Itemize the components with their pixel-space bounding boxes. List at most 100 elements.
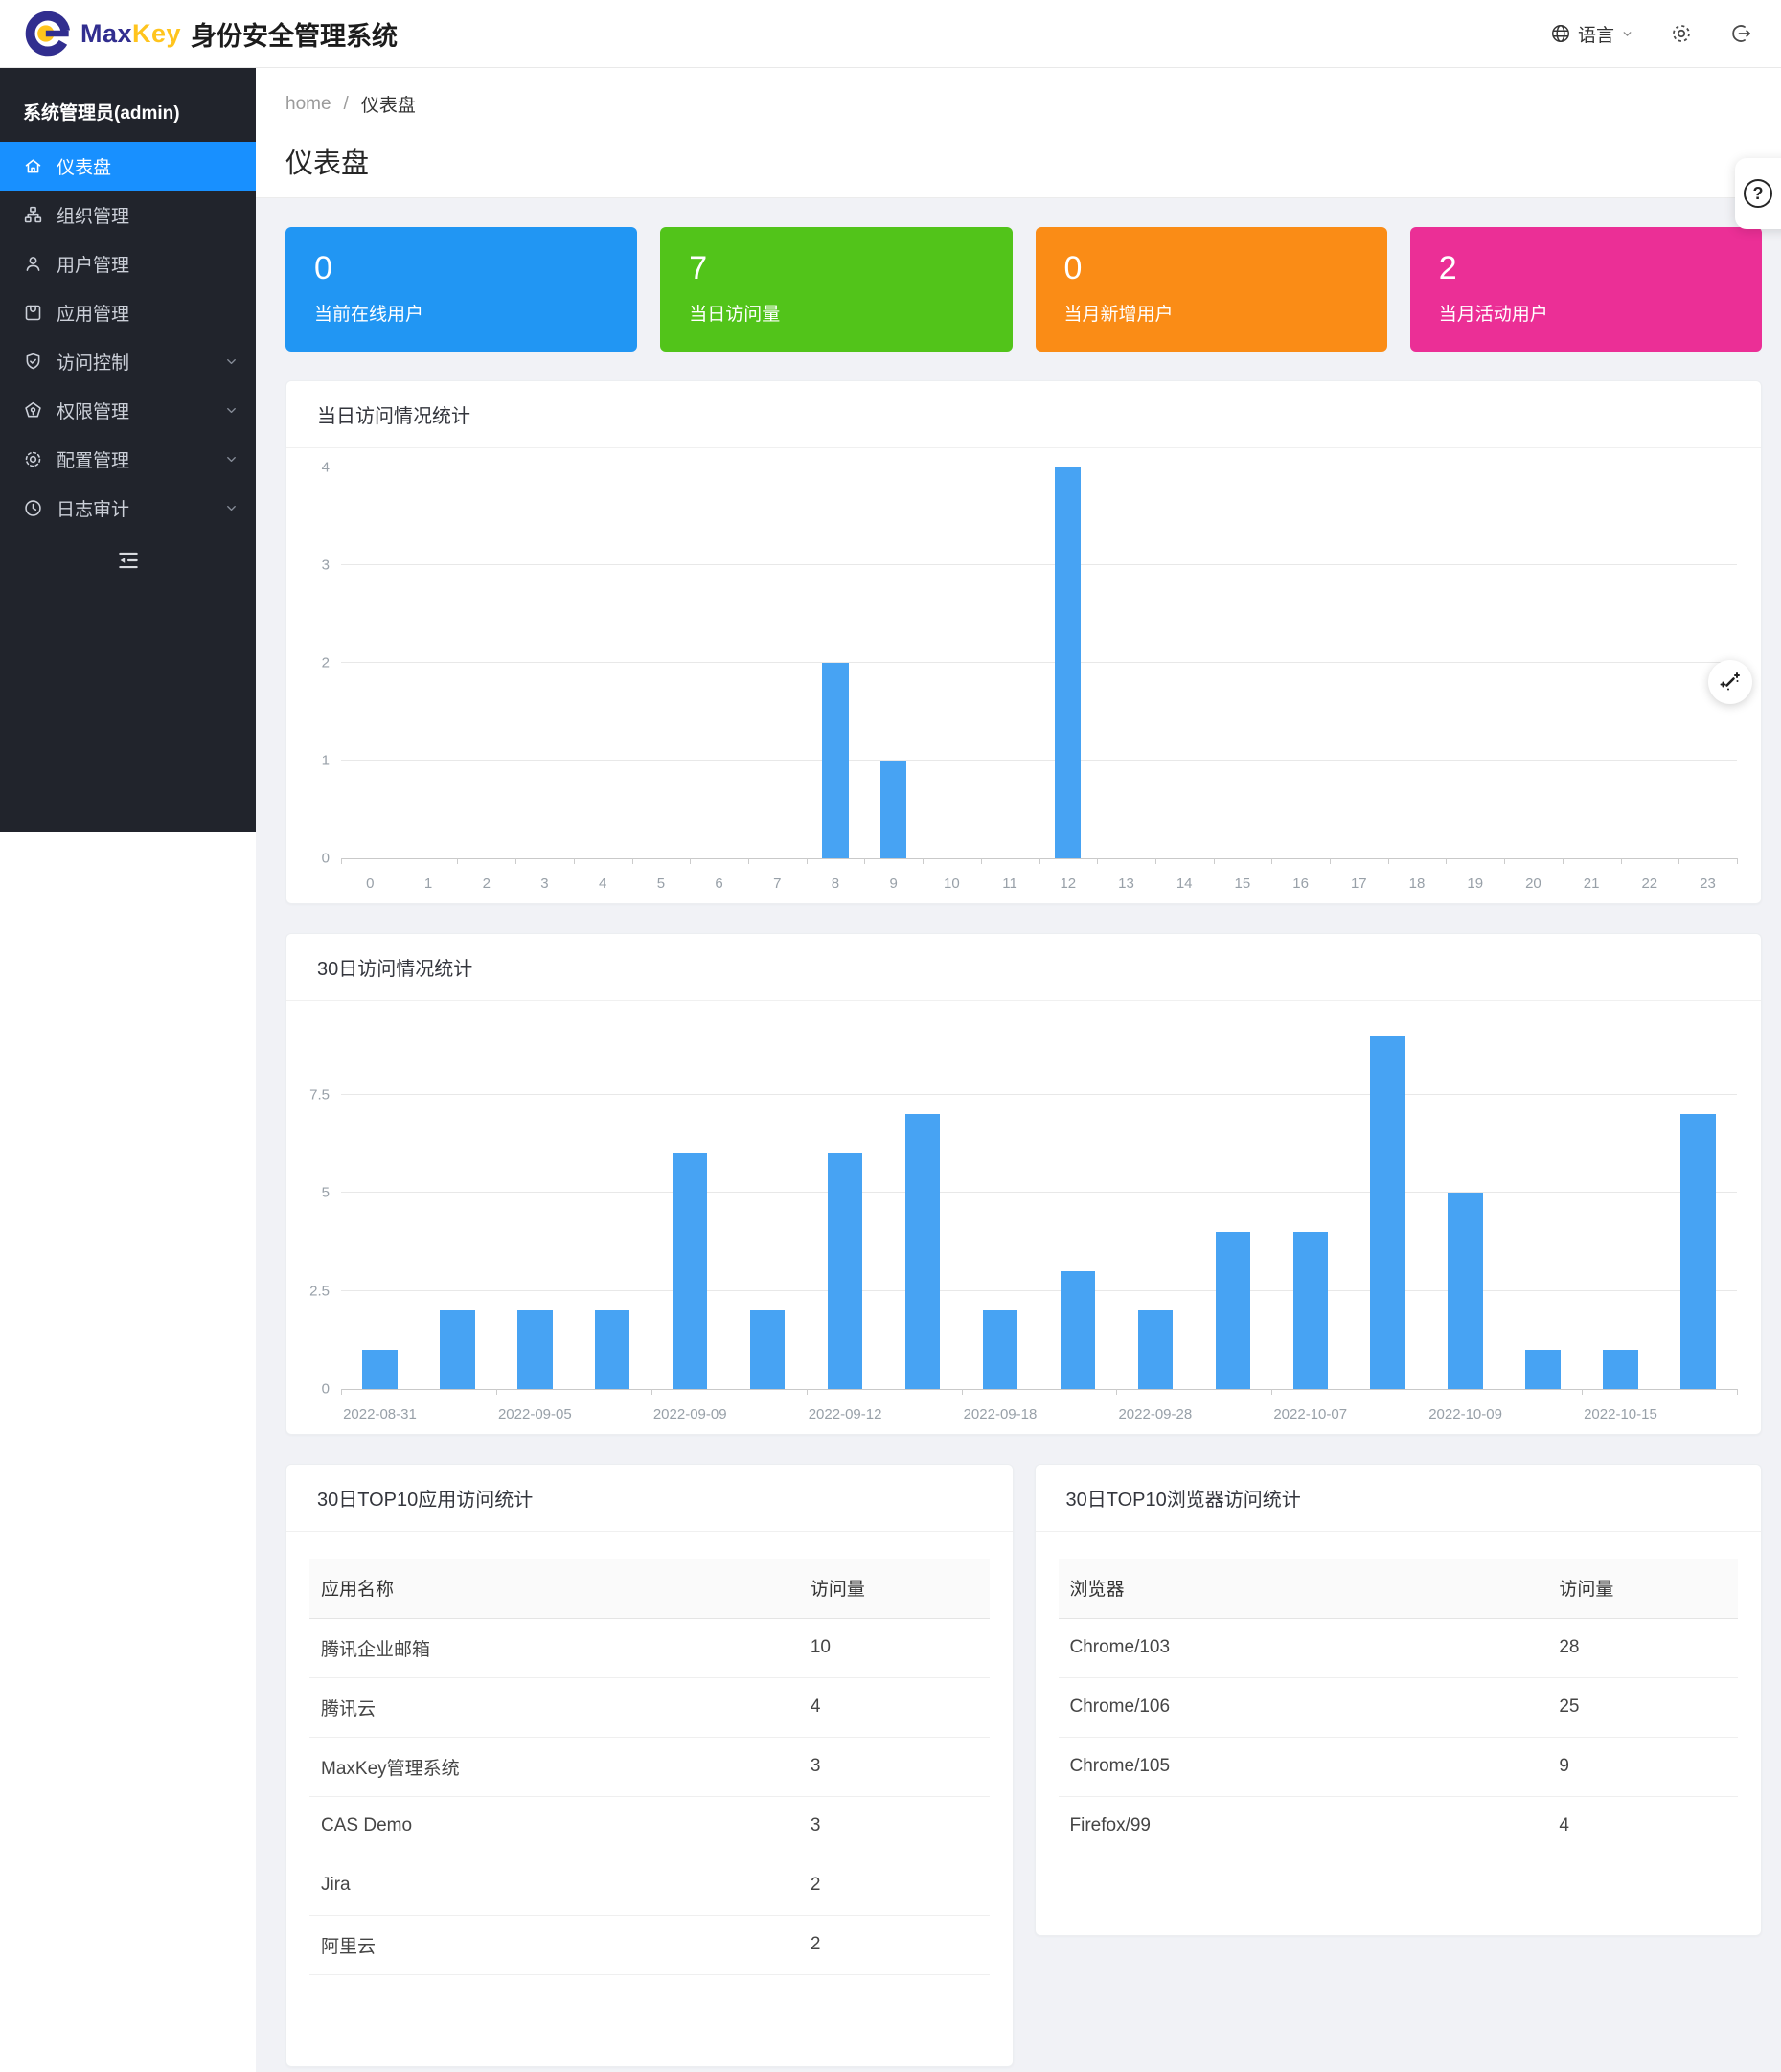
x-axis-label: 2022-10-15 — [1582, 1406, 1659, 1423]
app-icon — [23, 303, 43, 323]
y-axis-label: 2.5 — [309, 1283, 330, 1299]
sidebar-menu: 仪表盘组织管理用户管理应用管理访问控制权限管理配置管理日志审计 — [0, 142, 256, 533]
sidebar-item-users[interactable]: 用户管理 — [0, 239, 256, 288]
x-axis-label: 2 — [457, 876, 515, 892]
chevron-down-icon — [224, 501, 239, 515]
sidebar-item-label: 权限管理 — [57, 398, 129, 423]
x-axis-label: 6 — [690, 876, 748, 892]
x-axis-label: 4 — [574, 876, 632, 892]
x-axis-label: 16 — [1271, 876, 1330, 892]
sidebar-item-applications[interactable]: 应用管理 — [0, 288, 256, 337]
y-axis-label: 7.5 — [309, 1086, 330, 1103]
stat-value: 2 — [1439, 250, 1733, 287]
language-menu[interactable]: 语言 — [1550, 21, 1633, 47]
table-row: Firefox/994 — [1059, 1796, 1739, 1856]
x-axis-label: 2022-09-28 — [1116, 1406, 1194, 1423]
daily-visits-bar-chart: 0123401234567891011121314151617181920212… — [286, 448, 1761, 903]
sidebar-item-label: 仪表盘 — [57, 153, 111, 179]
sidebar-item-label: 用户管理 — [57, 251, 129, 277]
table-row: CAS Demo3 — [309, 1796, 990, 1856]
cell-name: Chrome/106 — [1059, 1677, 1548, 1737]
stat-label: 当日访问量 — [689, 300, 983, 326]
table-row: Chrome/1059 — [1059, 1737, 1739, 1796]
cell-name: 腾讯企业邮箱 — [309, 1618, 799, 1677]
stat-card-0: 0当前在线用户 — [285, 227, 637, 352]
x-axis-label: 12 — [1039, 876, 1097, 892]
x-axis-label: 1 — [400, 876, 458, 892]
x-axis-label: 2022-09-18 — [962, 1406, 1039, 1423]
cell-name: 阿里云 — [309, 1915, 799, 1974]
page-title: 仪表盘 — [285, 141, 1751, 181]
question-mark-icon: ? — [1744, 179, 1772, 208]
chart-bar — [750, 1310, 785, 1389]
y-axis-label: 0 — [322, 851, 330, 867]
magic-wand-icon — [1719, 671, 1742, 694]
user-icon — [23, 254, 43, 274]
chevron-down-icon — [1621, 28, 1633, 40]
x-axis-label: 20 — [1504, 876, 1563, 892]
chart-bar — [440, 1310, 474, 1389]
main-content: home / 仪表盘 仪表盘 0当前在线用户7当日访问量0当月新增用户2当月活动… — [256, 68, 1781, 2072]
help-button[interactable]: ? — [1735, 158, 1781, 229]
gear-icon — [1670, 22, 1693, 45]
x-axis-label: 19 — [1446, 876, 1504, 892]
cell-name: CAS Demo — [309, 1796, 799, 1856]
menu-collapse-button[interactable] — [0, 548, 256, 573]
breadcrumb-separator: / — [344, 94, 349, 115]
org-icon — [23, 205, 43, 225]
x-axis-label: 15 — [1214, 876, 1272, 892]
sidebar-item-label: 应用管理 — [57, 300, 129, 326]
chart-plot-area: 01234 — [341, 467, 1737, 859]
cell-count: 4 — [1547, 1796, 1738, 1856]
x-axis-label: 23 — [1678, 876, 1737, 892]
breadcrumb-current: 仪表盘 — [361, 91, 416, 117]
sidebar-item-audit-log[interactable]: 日志审计 — [0, 484, 256, 533]
x-axis-label: 2022-10-07 — [1271, 1406, 1349, 1423]
settings-button[interactable] — [1670, 22, 1693, 45]
stat-label: 当月新增用户 — [1064, 300, 1359, 326]
chart-bar — [905, 1114, 940, 1389]
stat-card-3: 2 当月活动用户 — [1410, 227, 1762, 352]
logout-button[interactable] — [1729, 22, 1752, 45]
chart-bar — [1138, 1310, 1173, 1389]
table-header-row: 浏览器 访问量 — [1059, 1559, 1739, 1618]
card-title: 30日TOP10应用访问统计 — [286, 1465, 1013, 1532]
sidebar-item-configuration[interactable]: 配置管理 — [0, 435, 256, 484]
column-header: 访问量 — [1547, 1559, 1738, 1618]
chart-bar — [673, 1153, 707, 1389]
chevron-down-icon — [224, 354, 239, 369]
cell-count: 4 — [799, 1677, 990, 1737]
cell-count: 28 — [1547, 1618, 1738, 1677]
y-axis-label: 0 — [322, 1381, 330, 1398]
cell-name: MaxKey管理系统 — [309, 1737, 799, 1796]
x-axis-labels: 2022-08-312022-09-052022-09-092022-09-12… — [341, 1406, 1737, 1423]
sidebar-item-dashboard[interactable]: 仪表盘 — [0, 142, 256, 191]
cell-name: Firefox/99 — [1059, 1796, 1548, 1856]
stat-value: 0 — [1064, 250, 1359, 287]
x-axis-label — [1659, 1406, 1737, 1423]
dashboard-content: 0当前在线用户7当日访问量0当月新增用户2当月活动用户 当日访问情况统计 012… — [256, 198, 1781, 2072]
sidebar-item-permissions[interactable]: 权限管理 — [0, 386, 256, 435]
cell-count: 2 — [799, 1856, 990, 1915]
sidebar-item-label: 配置管理 — [57, 446, 129, 472]
sidebar-item-organization[interactable]: 组织管理 — [0, 191, 256, 239]
sidebar-item-access-control[interactable]: 访问控制 — [0, 337, 256, 386]
topbar-actions: 语言 — [1550, 21, 1752, 47]
table-row: Chrome/10328 — [1059, 1618, 1739, 1677]
daily-visits-chart-card: 当日访问情况统计 0123401234567891011121314151617… — [285, 380, 1762, 904]
chevron-down-icon — [224, 403, 239, 418]
x-axis-label: 2022-09-05 — [496, 1406, 574, 1423]
stat-value: 0 — [314, 250, 608, 287]
x-axis-label: 11 — [981, 876, 1039, 892]
stat-label: 当月活动用户 — [1439, 300, 1733, 326]
breadcrumb-home-link[interactable]: home — [285, 94, 331, 115]
x-axis-label: 18 — [1388, 876, 1447, 892]
shield-check-icon — [23, 352, 43, 372]
cell-name: Chrome/105 — [1059, 1737, 1548, 1796]
bottom-tables-row: 30日TOP10应用访问统计 应用名称 访问量 腾讯企业邮箱10腾讯云4MaxK… — [285, 1464, 1762, 2067]
y-axis-label: 1 — [322, 753, 330, 769]
stat-card-1: 7当日访问量 — [660, 227, 1012, 352]
theme-wand-button[interactable] — [1708, 660, 1752, 704]
x-axis-label — [574, 1406, 651, 1423]
x-axis-label: 7 — [748, 876, 807, 892]
